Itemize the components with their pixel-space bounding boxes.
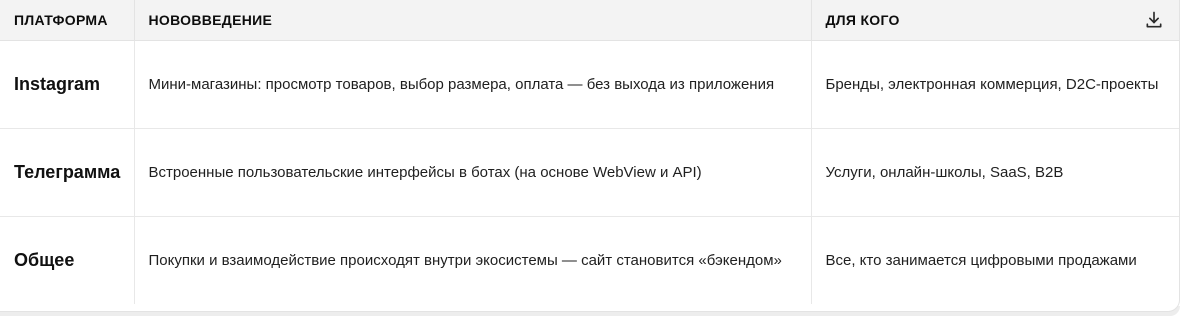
- cell-innovation: Мини-магазины: просмотр товаров, выбор р…: [133, 40, 811, 128]
- header-audience-cell: ДЛЯ КОГО: [810, 0, 1179, 41]
- cell-innovation: Встроенные пользовательские интерфейсы в…: [133, 127, 811, 216]
- download-button[interactable]: [1142, 8, 1166, 32]
- cell-audience: Все, кто занимается цифровыми продажами: [810, 215, 1179, 304]
- table-row: Instagram Мини-магазины: просмотр товаро…: [0, 40, 1179, 128]
- table-header-row: ПЛАТФОРМА НОВОВВЕДЕНИЕ ДЛЯ КОГО: [0, 0, 1179, 41]
- header-audience: ДЛЯ КОГО: [825, 11, 900, 28]
- cell-innovation: Покупки и взаимодействие происходят внут…: [133, 215, 811, 304]
- cell-audience: Услуги, онлайн-школы, SaaS, B2B: [810, 127, 1179, 216]
- cell-platform: Instagram: [14, 73, 101, 94]
- platform-table: ПЛАТФОРМА НОВОВВЕДЕНИЕ ДЛЯ КОГО Instagra…: [0, 0, 1179, 304]
- table-row: Общее Покупки и взаимодействие происходя…: [0, 215, 1179, 304]
- table-row: Телеграмма Встроенные пользовательские и…: [0, 127, 1179, 216]
- comparison-table: ПЛАТФОРМА НОВОВВЕДЕНИЕ ДЛЯ КОГО Instagra…: [0, 0, 1180, 312]
- cell-platform: Телеграмма: [0, 127, 134, 216]
- cell-platform: Общее: [0, 215, 134, 304]
- cell-audience: Бренды, электронная коммерция, D2C-проек…: [810, 40, 1179, 128]
- header-innovation: НОВОВВЕДЕНИЕ: [133, 0, 811, 41]
- download-icon: [1146, 11, 1162, 28]
- header-platform: ПЛАТФОРМА: [0, 0, 134, 41]
